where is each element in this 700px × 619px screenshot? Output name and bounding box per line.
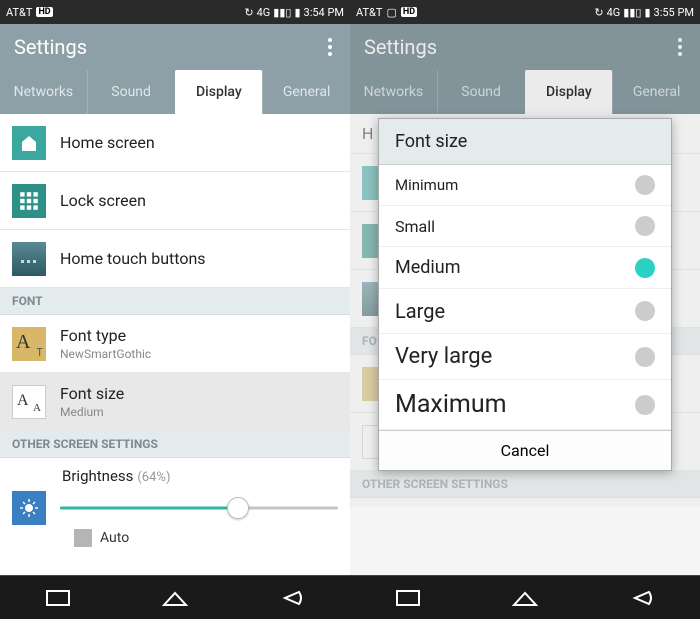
battery-icon: ▮ bbox=[644, 6, 650, 19]
lte-icon: 4G bbox=[257, 6, 271, 19]
nav-back-button[interactable] bbox=[257, 580, 327, 616]
overflow-menu-button[interactable] bbox=[324, 34, 336, 60]
option-label: Maximum bbox=[395, 390, 507, 419]
battery-icon: ▮ bbox=[294, 6, 300, 19]
brightness-label: Brightness bbox=[62, 467, 133, 485]
tab-general[interactable]: General bbox=[262, 70, 350, 114]
option-label: Very large bbox=[395, 344, 492, 369]
item-label: Font size bbox=[60, 384, 338, 403]
nav-home-button[interactable] bbox=[140, 580, 210, 616]
app-header: Settings bbox=[0, 24, 350, 70]
home-screen-icon bbox=[12, 126, 46, 160]
section-other: OTHER SCREEN SETTINGS bbox=[0, 431, 350, 458]
status-bar: AT&T HD ↻ 4G ▮▮▯ ▮ 3:54 PM bbox=[0, 0, 350, 24]
nav-home-button[interactable] bbox=[490, 580, 560, 616]
cancel-button[interactable]: Cancel bbox=[379, 430, 671, 470]
font-size-option-large[interactable]: Large bbox=[379, 289, 671, 334]
badge-icon: HD bbox=[36, 7, 52, 17]
item-sub: Medium bbox=[60, 405, 338, 419]
item-label: Lock screen bbox=[60, 191, 338, 210]
font-size-dialog: Font size Minimum Small Medium Large Very la… bbox=[378, 118, 672, 471]
item-brightness: Brightness (64%) Auto bbox=[0, 458, 350, 549]
radio-button[interactable] bbox=[635, 175, 655, 195]
badge-icon: HD bbox=[401, 7, 417, 17]
radio-button[interactable] bbox=[635, 347, 655, 367]
option-label: Large bbox=[395, 299, 445, 323]
item-home-touch-buttons[interactable]: Home touch buttons bbox=[0, 230, 350, 288]
tab-sound[interactable]: Sound bbox=[87, 70, 175, 114]
clock-label: 3:55 PM bbox=[654, 6, 694, 19]
tab-networks: Networks bbox=[350, 70, 437, 114]
clock-label: 3:54 PM bbox=[304, 6, 344, 19]
carrier-label: AT&T bbox=[6, 6, 32, 19]
item-label: Home touch buttons bbox=[60, 249, 338, 268]
screen-right: AT&T ▢ HD ↻ 4G ▮▮▯ ▮ 3:55 PM Settings Ne… bbox=[350, 0, 700, 619]
item-home-screen[interactable]: Home screen bbox=[0, 114, 350, 172]
radio-button[interactable] bbox=[635, 216, 655, 236]
radio-button[interactable] bbox=[635, 395, 655, 415]
auto-label: Auto bbox=[100, 530, 129, 546]
item-font-size[interactable]: AA Font size Medium bbox=[0, 373, 350, 431]
home-touch-icon bbox=[12, 242, 46, 276]
image-icon: ▢ bbox=[386, 6, 396, 19]
nav-recent-button[interactable] bbox=[23, 580, 93, 616]
section-font: FONT bbox=[0, 288, 350, 315]
brightness-icon bbox=[12, 491, 46, 525]
brightness-slider[interactable] bbox=[60, 496, 338, 520]
item-label: Font type bbox=[60, 326, 338, 345]
lock-screen-icon bbox=[12, 184, 46, 218]
font-type-icon: AT bbox=[12, 327, 46, 361]
option-label: Medium bbox=[395, 257, 461, 278]
section-other: OTHER SCREEN SETTINGS bbox=[350, 471, 700, 498]
nav-bar bbox=[0, 575, 350, 619]
radio-button[interactable] bbox=[635, 258, 655, 278]
brightness-pct: (64%) bbox=[137, 470, 170, 485]
tab-display: Display bbox=[525, 70, 613, 114]
font-size-option-maximum[interactable]: Maximum bbox=[379, 380, 671, 430]
signal-icon: ▮▮▯ bbox=[273, 6, 291, 19]
lte-icon: 4G bbox=[607, 6, 621, 19]
status-bar: AT&T ▢ HD ↻ 4G ▮▮▯ ▮ 3:55 PM bbox=[350, 0, 700, 24]
option-label: Minimum bbox=[395, 176, 458, 194]
nav-bar bbox=[350, 575, 700, 619]
dialog-title: Font size bbox=[379, 119, 671, 165]
item-lock-screen[interactable]: Lock screen bbox=[0, 172, 350, 230]
font-size-option-medium[interactable]: Medium bbox=[379, 247, 671, 289]
item-font-type[interactable]: AT Font type NewSmartGothic bbox=[0, 315, 350, 373]
tab-bar: Networks Sound Display General bbox=[0, 70, 350, 114]
app-header: Settings bbox=[350, 24, 700, 70]
carrier-label: AT&T bbox=[356, 6, 382, 19]
page-title: Settings bbox=[14, 35, 87, 59]
font-size-icon: AA bbox=[12, 385, 46, 419]
radio-button[interactable] bbox=[635, 301, 655, 321]
overflow-menu-button bbox=[674, 34, 686, 60]
page-title: Settings bbox=[364, 35, 437, 59]
auto-brightness-checkbox[interactable] bbox=[74, 529, 92, 547]
item-label: Home screen bbox=[60, 133, 338, 152]
screen-left: AT&T HD ↻ 4G ▮▮▯ ▮ 3:54 PM Settings Netw… bbox=[0, 0, 350, 619]
option-label: Small bbox=[395, 217, 435, 236]
tab-display[interactable]: Display bbox=[175, 70, 263, 114]
settings-list: Home screen Lock screen Home touch butto… bbox=[0, 114, 350, 575]
font-size-option-very-large[interactable]: Very large bbox=[379, 334, 671, 380]
tab-networks[interactable]: Networks bbox=[0, 70, 87, 114]
nav-back-button[interactable] bbox=[607, 580, 677, 616]
tab-sound: Sound bbox=[437, 70, 525, 114]
signal-icon: ▮▮▯ bbox=[623, 6, 641, 19]
sync-icon: ↻ bbox=[594, 6, 603, 19]
tab-general: General bbox=[612, 70, 700, 114]
sync-icon: ↻ bbox=[244, 6, 253, 19]
tab-bar: Networks Sound Display General bbox=[350, 70, 700, 114]
nav-recent-button[interactable] bbox=[373, 580, 443, 616]
font-size-option-small[interactable]: Small bbox=[379, 206, 671, 247]
item-sub: NewSmartGothic bbox=[60, 347, 338, 361]
font-size-option-minimum[interactable]: Minimum bbox=[379, 165, 671, 206]
